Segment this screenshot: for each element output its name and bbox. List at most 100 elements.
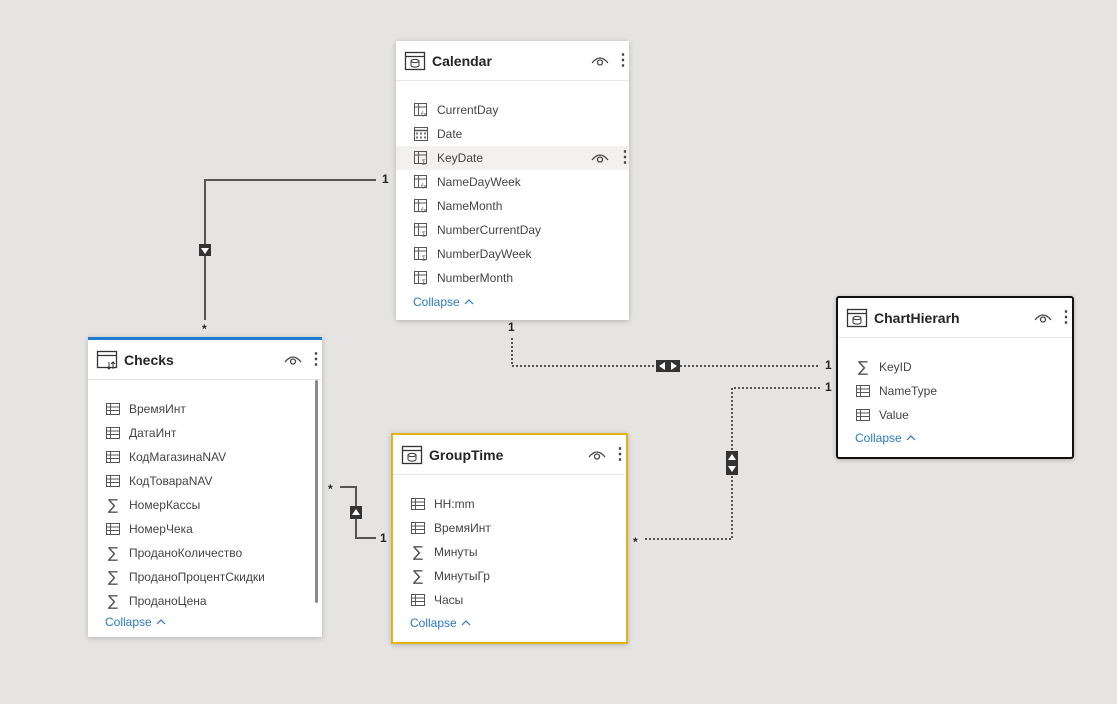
field-item[interactable]: ∑ МинутыГр: [393, 564, 626, 588]
more-options-icon[interactable]: ⋮: [617, 150, 633, 166]
field-list: fx CurrentDay Date Σ KeyDate ⋮ fx NameDa…: [396, 81, 633, 290]
table-card-charthierarh[interactable]: ChartHierarh ⋮ ∑ KeyID NameType Value Co…: [836, 296, 1074, 459]
more-options-icon[interactable]: ⋮: [1058, 309, 1074, 326]
table-column-icon: [856, 384, 870, 398]
more-options-icon[interactable]: ⋮: [612, 446, 628, 463]
table-card-checks[interactable]: Checks ⋮ ВремяИнт ДатаИнт КодМагазинаNAV: [88, 337, 324, 637]
field-item[interactable]: ВремяИнт: [88, 397, 322, 421]
cardinality-one-label: 1: [825, 358, 832, 372]
visibility-eye-icon[interactable]: [284, 354, 302, 366]
table-header[interactable]: GroupTime ⋮: [393, 435, 628, 475]
chevron-up-icon: [156, 618, 166, 626]
field-name: NameMonth: [437, 199, 503, 213]
field-item[interactable]: Value: [838, 403, 1072, 427]
field-item[interactable]: NameType: [838, 379, 1072, 403]
field-name: ВремяИнт: [434, 521, 491, 535]
field-name: CurrentDay: [437, 103, 499, 117]
svg-text:Σ: Σ: [422, 255, 426, 262]
field-name: Часы: [434, 593, 464, 607]
table-title: Checks: [124, 351, 174, 368]
sigma-icon: ∑: [107, 496, 119, 514]
field-item[interactable]: fx NameDayWeek: [396, 170, 629, 194]
table-header[interactable]: Checks ⋮: [88, 340, 324, 380]
numeric-column-icon: Σ: [414, 247, 428, 261]
cardinality-one-label: 1: [380, 531, 387, 545]
relationship-checks-grouptime[interactable]: [340, 486, 376, 539]
sigma-icon: ∑: [107, 544, 119, 562]
svg-text:fx: fx: [421, 112, 427, 118]
table-title: Calendar: [432, 52, 492, 69]
field-item[interactable]: ∑ Минуты: [393, 540, 626, 564]
table-column-icon: [106, 474, 120, 488]
field-item[interactable]: КодМагазинаNAV: [88, 445, 322, 469]
svg-text:Σ: Σ: [422, 279, 426, 286]
visibility-eye-icon[interactable]: [1034, 312, 1052, 324]
table-header[interactable]: Calendar ⋮: [396, 41, 631, 81]
field-name: NumberDayWeek: [437, 247, 532, 261]
table-card-grouptime[interactable]: GroupTime ⋮ HH:mm ВремяИнт ∑ Минуты ∑ Ми…: [391, 433, 628, 644]
collapse-link[interactable]: Collapse: [838, 431, 1072, 445]
cardinality-one-label: 1: [382, 172, 389, 186]
numeric-column-icon: Σ: [414, 151, 428, 165]
field-name: ПроданоЦена: [129, 594, 207, 608]
field-item[interactable]: ∑ KeyID: [838, 355, 1072, 379]
cardinality-one-label: 1: [825, 380, 832, 394]
relationship-calendar-checks[interactable]: [199, 179, 376, 320]
table-column-icon: [106, 402, 120, 416]
table-header[interactable]: ChartHierarh ⋮: [838, 298, 1074, 338]
collapse-link[interactable]: Collapse: [396, 295, 629, 309]
field-item[interactable]: Σ NumberCurrentDay: [396, 218, 629, 242]
field-name: NumberCurrentDay: [437, 223, 542, 237]
field-item[interactable]: ВремяИнт: [393, 516, 626, 540]
sigma-icon: ∑: [412, 543, 424, 561]
field-item[interactable]: Σ NumberMonth: [396, 266, 629, 290]
relationship-grouptime-charthierarh[interactable]: [645, 387, 820, 540]
collapse-link[interactable]: Collapse: [88, 615, 322, 629]
field-item[interactable]: HH:mm: [393, 492, 626, 516]
field-name: ПроданоПроцентСкидки: [129, 570, 265, 584]
table-icon: [96, 349, 118, 371]
field-item[interactable]: Σ KeyDate ⋮: [396, 146, 633, 170]
cardinality-many-label: *: [328, 482, 333, 496]
cardinality-many-label: *: [202, 322, 207, 336]
field-item[interactable]: Часы: [393, 588, 626, 612]
field-item[interactable]: fx NameMonth: [396, 194, 629, 218]
field-item[interactable]: ∑ НомерКассы: [88, 493, 322, 517]
field-item[interactable]: ∑ ПроданоКоличество: [88, 541, 322, 565]
field-item[interactable]: Date: [396, 122, 629, 146]
field-item[interactable]: fx CurrentDay: [396, 98, 629, 122]
field-item[interactable]: Σ NumberDayWeek: [396, 242, 629, 266]
visibility-eye-icon[interactable]: [591, 152, 609, 164]
more-options-icon[interactable]: ⋮: [615, 52, 631, 69]
field-item[interactable]: КодТовараNAV: [88, 469, 322, 493]
collapse-link[interactable]: Collapse: [393, 616, 626, 630]
chevron-up-icon: [906, 434, 916, 442]
table-title: GroupTime: [429, 446, 504, 463]
calc-column-icon: fx: [414, 199, 428, 213]
more-options-icon[interactable]: ⋮: [308, 351, 324, 368]
table-column-icon: [411, 497, 425, 511]
sigma-icon: ∑: [107, 568, 119, 586]
field-item[interactable]: ∑ ПроданоЦена: [88, 589, 322, 613]
table-icon: [404, 50, 426, 72]
field-name: KeyID: [879, 360, 912, 374]
field-name: NameDayWeek: [437, 175, 521, 189]
field-item[interactable]: ДатаИнт: [88, 421, 322, 445]
field-name: ДатаИнт: [129, 426, 177, 440]
table-column-icon: [411, 521, 425, 535]
table-card-calendar[interactable]: Calendar ⋮ fx CurrentDay Date Σ KeyDate: [396, 41, 633, 320]
table-column-icon: [106, 426, 120, 440]
field-item[interactable]: ∑ ПроданоПроцентСкидки: [88, 565, 322, 589]
collapse-label: Collapse: [105, 615, 152, 629]
date-column-icon: [414, 127, 428, 141]
sigma-icon: ∑: [857, 358, 869, 376]
calc-column-icon: fx: [414, 175, 428, 189]
visibility-eye-icon[interactable]: [591, 55, 609, 67]
svg-text:Σ: Σ: [422, 159, 426, 166]
visibility-eye-icon[interactable]: [588, 449, 606, 461]
field-item[interactable]: НомерЧека: [88, 517, 322, 541]
collapse-label: Collapse: [413, 295, 460, 309]
relationship-calendar-charthierarh[interactable]: [511, 338, 820, 372]
model-canvas[interactable]: 1 * 1 1 1 * 1 * Calendar ⋮ fx CurrentDay: [0, 0, 1117, 704]
cardinality-many-label: *: [633, 535, 638, 549]
